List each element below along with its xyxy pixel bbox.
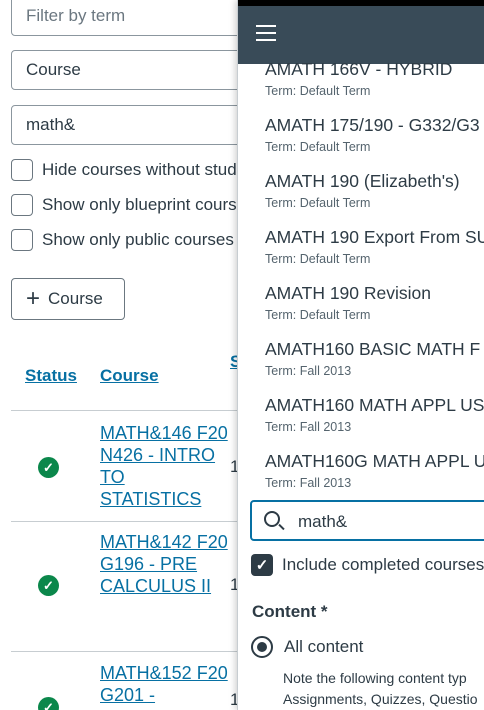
include-completed-checkbox-row[interactable]: ✓ Include completed courses (251, 554, 484, 576)
search-result-item[interactable]: AMATH160G MATH APPL U Term: Fall 2013 (265, 451, 484, 490)
content-note-line: Note the following content typ (283, 670, 467, 686)
public-only-checkbox[interactable] (11, 229, 33, 251)
result-term: Term: Fall 2013 (265, 420, 352, 434)
search-icon (264, 511, 280, 527)
result-term: Term: Default Term (265, 196, 371, 210)
panel-search-input[interactable]: math& (250, 500, 484, 541)
course-link[interactable]: MATH&142 F20 G196 - PRE CALCULUS II (100, 531, 230, 597)
result-course-name: AMATH160 MATH APPL US (265, 395, 484, 415)
search-result-item[interactable]: AMATH160 BASIC MATH F Term: Fall 2013 (265, 339, 480, 378)
panel-header (238, 6, 484, 64)
content-label: Content * (252, 602, 328, 621)
result-course-name: AMATH160G MATH APPL U (265, 451, 484, 471)
result-course-name: AMATH160 BASIC MATH F (265, 339, 481, 359)
search-result-item[interactable]: AMATH 166V - HYBRID Term: Default Term (265, 59, 452, 98)
row-divider (11, 410, 251, 411)
search-result-item[interactable]: AMATH 190 Export From SU Term: Default T… (265, 227, 484, 266)
course-link[interactable]: MATH&152 F20 G201 - (100, 662, 230, 706)
type-select[interactable]: Course (11, 50, 271, 90)
result-term: Term: Default Term (265, 308, 371, 322)
result-course-name: AMATH 166V - HYBRID (265, 59, 453, 79)
search-result-item[interactable]: AMATH 190 (Elizabeth's) Term: Default Te… (265, 171, 460, 210)
row-divider (11, 651, 251, 652)
check-circle-icon: ✓ (38, 697, 59, 710)
add-course-label: Course (48, 289, 103, 308)
search-panel: AMATH 166V - HYBRID Term: Default Term A… (237, 0, 484, 710)
blueprint-only-checkbox[interactable] (11, 194, 33, 216)
check-circle-icon: ✓ (38, 575, 59, 596)
search-result-item[interactable]: AMATH 190 Revision Term: Default Term (265, 283, 431, 322)
add-course-button[interactable]: + Course (11, 278, 125, 320)
blueprint-only-checkbox-row[interactable]: Show only blueprint courses (11, 194, 255, 216)
all-content-radio-row[interactable]: All content (251, 636, 363, 658)
result-course-name: AMATH 190 Revision (265, 283, 431, 303)
include-completed-checkbox[interactable]: ✓ (251, 554, 273, 576)
result-course-name: AMATH 190 (Elizabeth's) (265, 171, 460, 191)
result-term: Term: Default Term (265, 84, 371, 98)
course-column-header[interactable]: Course (100, 366, 159, 386)
result-course-name: AMATH 190 Export From SU (265, 227, 484, 247)
status-column-header[interactable]: Status (25, 366, 77, 386)
search-result-item[interactable]: AMATH 175/190 - G332/G3 Term: Default Te… (265, 115, 480, 154)
result-term: Term: Default Term (265, 252, 371, 266)
public-only-label: Show only public courses (42, 230, 234, 249)
panel-search-value: math& (298, 512, 348, 531)
hide-no-students-checkbox[interactable] (11, 159, 33, 181)
term-filter-select[interactable]: Filter by term (11, 0, 271, 36)
result-term: Term: Fall 2013 (265, 364, 352, 378)
hide-no-students-label: Hide courses without students (42, 160, 269, 179)
public-only-checkbox-row[interactable]: Show only public courses (11, 229, 234, 251)
result-term: Term: Fall 2013 (265, 476, 352, 490)
result-course-name: AMATH 175/190 - G332/G3 (265, 115, 480, 135)
course-search-input[interactable]: math& (11, 105, 271, 145)
content-note-line: Assignments, Quizzes, Questio (283, 691, 478, 707)
plus-icon: + (26, 285, 41, 312)
result-term: Term: Default Term (265, 140, 371, 154)
blueprint-only-label: Show only blueprint courses (42, 195, 255, 214)
content-note: Note the following content typ Assignmen… (283, 668, 478, 710)
include-completed-label: Include completed courses (282, 555, 484, 574)
row-divider (11, 521, 251, 522)
search-result-item[interactable]: AMATH160 MATH APPL US Term: Fall 2013 (265, 395, 484, 434)
all-content-label: All content (284, 637, 364, 656)
all-content-radio[interactable] (251, 636, 273, 658)
hamburger-icon[interactable] (256, 25, 276, 41)
course-link[interactable]: MATH&146 F20 N426 - INTRO TO STATISTICS (100, 422, 230, 510)
hide-no-students-checkbox-row[interactable]: Hide courses without students (11, 159, 269, 181)
check-circle-icon: ✓ (38, 457, 59, 478)
